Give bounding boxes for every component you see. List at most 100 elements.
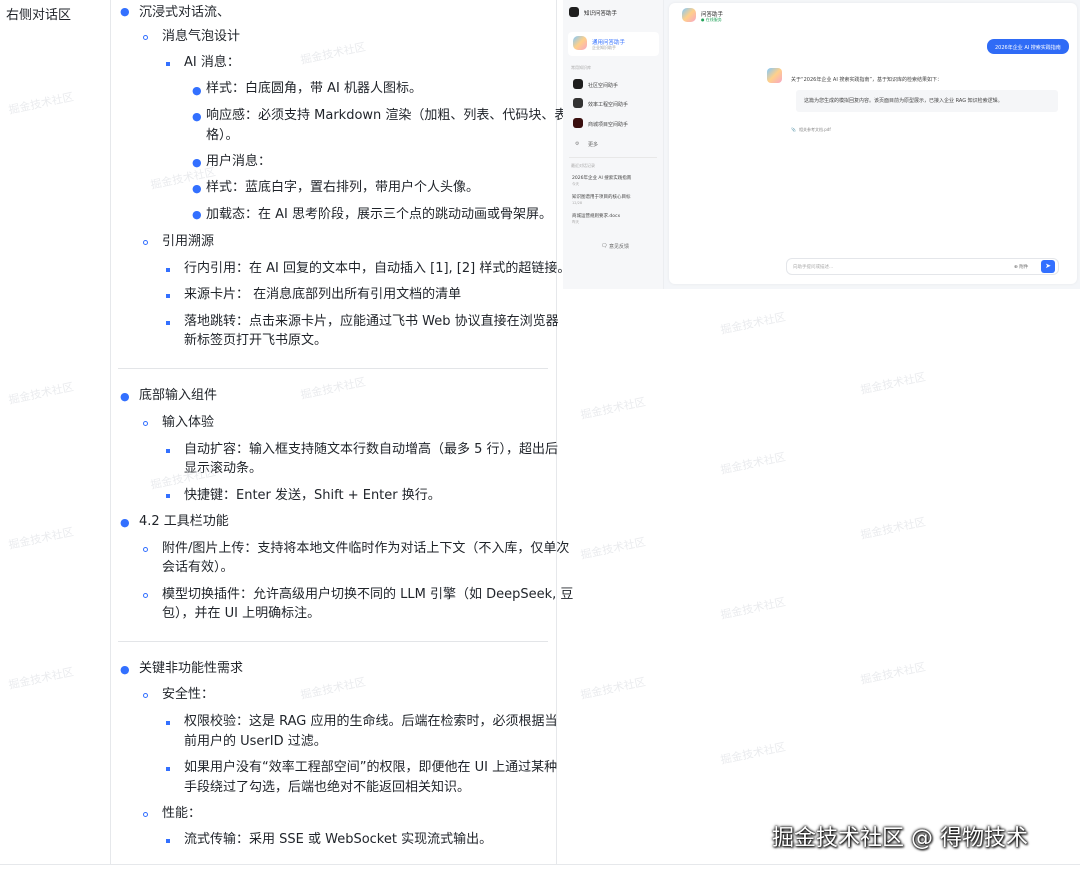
app-title: 知识问答助手 xyxy=(584,11,618,17)
section-divider xyxy=(118,368,548,369)
chat-status: ● 在线服务 xyxy=(701,17,722,22)
watermark: 掘金技术社区 xyxy=(579,395,647,422)
chat-input-placeholder: 向助手提问或描述... xyxy=(793,265,834,270)
bullet-dot: ● xyxy=(192,110,202,123)
mockup-sidebar: 知识问答助手 通用问答助手 企业知识助手 常用知识库 社区空间助手 效率工程空间… xyxy=(563,0,664,289)
history-item-time: 12/28 xyxy=(572,201,583,205)
assistant-avatar-icon xyxy=(682,8,696,22)
list-item: 用户消息： xyxy=(206,154,272,169)
section-divider xyxy=(118,641,548,642)
feedback-icon: 🗨 xyxy=(601,243,608,249)
list-item: 落地跳转：点击来源卡片，应能通过飞书 Web 协议直接在浏览器 xyxy=(184,314,559,329)
history-label: 最近对话记录 xyxy=(571,163,595,168)
list-item: 加载态：在 AI 思考阶段，展示三个点的跳动动画或骨架屏。 xyxy=(206,207,552,222)
list-item: 样式：白底圆角，带 AI 机器人图标。 xyxy=(206,81,422,96)
watermark: 掘金技术社区 xyxy=(859,515,927,542)
mockup-chat-area: 问答助手 ● 在线服务 2026年企业 AI 搜索实践指南 关于“2026年企业… xyxy=(669,3,1077,284)
bullet-square xyxy=(166,62,170,66)
history-item-title[interactable]: 商城运营规则要求.docx xyxy=(572,213,620,219)
bullet-square xyxy=(166,321,170,325)
watermark: 掘金技术社区 xyxy=(579,535,647,562)
list-item: 性能： xyxy=(162,806,202,821)
bullet-dot: ● xyxy=(192,84,202,97)
bullet-circle xyxy=(143,593,148,598)
list-item: 响应感：必须支持 Markdown 渲染（加粗、列表、代码块、表 xyxy=(206,108,568,123)
history-item-title[interactable]: 2026年企业 AI 搜索实践指南 xyxy=(572,175,631,181)
kb-item-icon xyxy=(573,79,583,89)
page: 右侧对话区 ● ● ● ● ● ● ● ● ● 沉浸式对话流、 消息气泡设计 A… xyxy=(0,0,1080,873)
attachment-link[interactable]: 相关参考文档.pdf xyxy=(799,127,831,133)
list-item: AI 消息： xyxy=(184,55,240,70)
more-link[interactable]: 更多 xyxy=(588,141,598,148)
bullet-dot: ● xyxy=(120,516,130,529)
list-item: 行内引用：在 AI 回复的文本中，自动插入 [1], [2] 样式的超链接。 xyxy=(184,261,571,276)
history-item-time: 昨天 xyxy=(572,220,579,224)
history-item-time: 今天 xyxy=(572,182,579,186)
bullet-dot: ● xyxy=(120,390,130,403)
list-item: 样式：蓝底白字，置右排列，带用户个人头像。 xyxy=(206,180,480,195)
table-bottom-border xyxy=(0,864,1080,865)
send-icon[interactable]: ➤ xyxy=(1041,260,1055,273)
list-item: 格）。 xyxy=(206,128,239,143)
bullet-circle xyxy=(143,693,148,698)
bullet-dot: ● xyxy=(192,208,202,221)
list-item: 底部输入组件 xyxy=(139,388,218,403)
list-item: 手段绕过了勾选，后端也绝对不能返回相关知识。 xyxy=(184,780,471,795)
ai-message-intro: 关于“2026年企业 AI 搜索实践指南”，基于知识库的检索结果如下： xyxy=(791,77,942,83)
bullet-circle xyxy=(143,240,148,245)
list-item: 流式传输：采用 SSE 或 WebSocket 实现流式输出。 xyxy=(184,832,493,847)
bullet-square xyxy=(166,839,170,843)
list-item: 会话有效）。 xyxy=(162,560,234,575)
watermark: 掘金技术社区 xyxy=(719,595,787,622)
footer-watermark: 掘金技术社区 @ 得物技术 xyxy=(772,826,1028,851)
active-assistant-sub: 企业知识助手 xyxy=(592,45,616,50)
bullet-circle xyxy=(143,421,148,426)
list-item: 自动扩容：输入框支持随文本行数自动增高（最多 5 行），超出后 xyxy=(184,442,559,457)
list-item: 如果用户没有“效率工程部空间”的权限，即便他在 UI 上通过某种 xyxy=(184,760,558,775)
kb-item[interactable]: 效率工程空间助手 xyxy=(588,101,628,108)
user-message-text: 2026年企业 AI 搜索实践指南 xyxy=(995,45,1061,51)
attach-tool-button[interactable]: ⊕ 附件 xyxy=(1014,264,1028,270)
ai-quote-text: 这篇为您生成的模拟回复内容。该页面目前为原型展示，已接入企业 RAG 知识检索逻… xyxy=(804,98,1003,104)
history-item-title[interactable]: 知识图谱用于项目的核心目标 xyxy=(572,194,631,200)
list-item: 附件/图片上传：支持将本地文件临时作为对话上下文（不入库，仅单次 xyxy=(162,541,570,556)
kb-item[interactable]: 商城项目空间助手 xyxy=(588,121,628,128)
bullet-square xyxy=(166,268,170,272)
bullet-circle xyxy=(143,547,148,552)
watermark: 掘金技术社区 xyxy=(579,675,647,702)
bullet-circle xyxy=(143,35,148,40)
kb-item-icon xyxy=(573,118,583,128)
list-item: 消息气泡设计 xyxy=(162,29,241,44)
sidebar-divider xyxy=(569,157,657,158)
watermark: 掘金技术社区 xyxy=(719,310,787,337)
attachment-icon: 📎 xyxy=(791,127,796,132)
list-item: 引用溯源 xyxy=(162,234,215,249)
list-item: 新标签页打开飞书原文。 xyxy=(184,333,328,348)
list-item: 安全性： xyxy=(162,687,215,702)
kb-item[interactable]: 社区空间助手 xyxy=(588,82,618,89)
list-item: 4.2 工具栏功能 xyxy=(139,514,229,529)
assistant-avatar-icon xyxy=(573,36,587,50)
gear-icon[interactable]: ⚙ xyxy=(575,141,579,147)
list-item: 输入体验 xyxy=(162,415,215,430)
list-item: 前用户的 UserID 过滤。 xyxy=(184,734,327,749)
kb-item-icon xyxy=(573,98,583,108)
app-logo-icon xyxy=(569,7,579,17)
chat-ui-mockup: 知识问答助手 通用问答助手 企业知识助手 常用知识库 社区空间助手 效率工程空间… xyxy=(563,0,1080,289)
row-label: 右侧对话区 xyxy=(0,0,111,865)
watermark: 掘金技术社区 xyxy=(719,450,787,477)
bullet-dot: ● xyxy=(120,663,130,676)
watermark: 掘金技术社区 xyxy=(719,740,787,767)
bullet-square xyxy=(166,449,170,453)
bullet-square xyxy=(166,767,170,771)
list-item: 权限校验：这是 RAG 应用的生命线。后端在检索时，必须根据当 xyxy=(184,714,558,729)
watermark: 掘金技术社区 xyxy=(859,370,927,397)
list-item: 快捷键：Enter 发送，Shift + Enter 换行。 xyxy=(184,488,441,503)
kb-section-label: 常用知识库 xyxy=(571,65,591,70)
feedback-link[interactable]: 意见反馈 xyxy=(609,243,629,250)
ai-avatar-icon xyxy=(767,68,782,83)
bullet-dot: ● xyxy=(120,5,130,18)
bullet-square xyxy=(166,494,170,498)
watermark: 掘金技术社区 xyxy=(859,660,927,687)
list-item: 模型切换插件：允许高级用户切换不同的 LLM 引擎（如 DeepSeek, 豆 xyxy=(162,587,574,602)
